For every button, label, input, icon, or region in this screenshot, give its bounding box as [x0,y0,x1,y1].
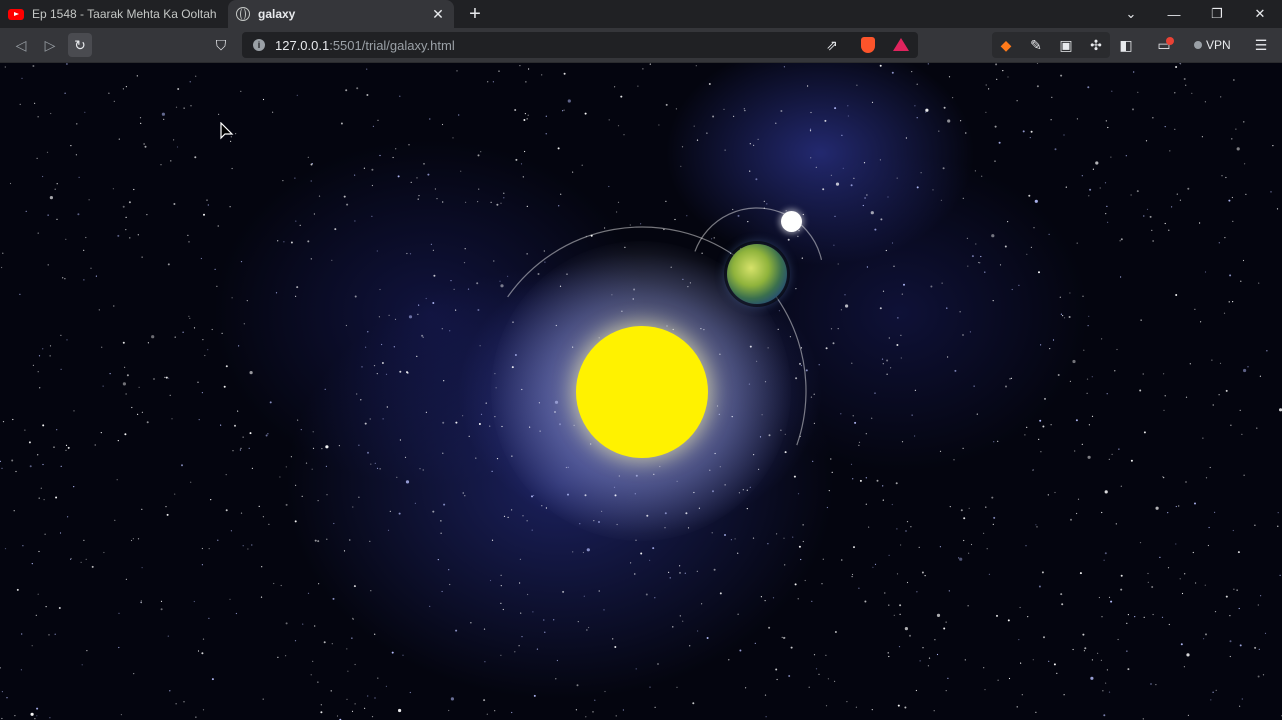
tab-title: Ep 1548 - Taarak Mehta Ka Ooltah Chashma… [32,7,220,21]
mouse-cursor-icon [220,122,234,140]
wallet-icon[interactable]: ▭ [1152,33,1176,57]
earth [727,244,787,304]
bookmark-extension-icon[interactable]: ▣ [1054,33,1078,57]
url-text[interactable]: 127.0.0.1:5501/trial/galaxy.html [275,38,455,53]
tab-youtube[interactable]: Ep 1548 - Taarak Mehta Ka Ooltah Chashma… [0,0,228,28]
back-button[interactable]: ◁ [9,33,33,57]
pen-extension-icon[interactable]: ✎ [1024,33,1048,57]
reload-button[interactable]: ↻ [68,33,92,57]
notification-dot [1166,37,1174,45]
forward-button[interactable]: ▷ [38,33,62,57]
moon [781,211,802,232]
brave-rewards-icon[interactable] [893,38,909,51]
sidebar-icon[interactable]: ◧ [1114,33,1138,57]
minimize-button[interactable]: — [1152,0,1196,28]
address-bar[interactable]: i 127.0.0.1:5501/trial/galaxy.html ⇗ [242,32,918,58]
bookmark-icon[interactable]: ⛉ [209,33,233,57]
tab-galaxy[interactable]: galaxy ✕ [228,0,454,28]
site-info-icon[interactable]: i [253,39,265,51]
browser-toolbar: ◁ ▷ ↻ ⛉ i 127.0.0.1:5501/trial/galaxy.ht… [0,28,1282,63]
tab-strip: Ep 1548 - Taarak Mehta Ka Ooltah Chashma… [0,0,1282,28]
close-tab-icon[interactable]: ✕ [430,6,446,23]
puzzle-icon[interactable]: ✣ [1084,33,1108,57]
maximize-button[interactable]: ❐ [1195,0,1239,28]
extensions-area: ◆ ✎ ▣ ✣ [992,32,1110,58]
menu-icon[interactable]: ☰ [1249,33,1273,57]
close-window-button[interactable]: ✕ [1238,0,1282,28]
vpn-status-icon [1194,41,1202,49]
globe-icon [236,7,250,21]
youtube-icon [8,8,24,20]
share-icon[interactable]: ⇗ [820,33,844,57]
new-tab-button[interactable]: + [464,3,486,25]
page-viewport [0,63,1282,720]
tab-title: galaxy [258,7,296,21]
sun [576,326,708,458]
brave-shields-icon[interactable] [861,37,875,53]
extension-icon[interactable]: ◆ [994,33,1018,57]
vpn-button[interactable]: VPN [1194,33,1231,57]
tab-search-chevron-icon[interactable]: ⌄ [1109,0,1153,28]
